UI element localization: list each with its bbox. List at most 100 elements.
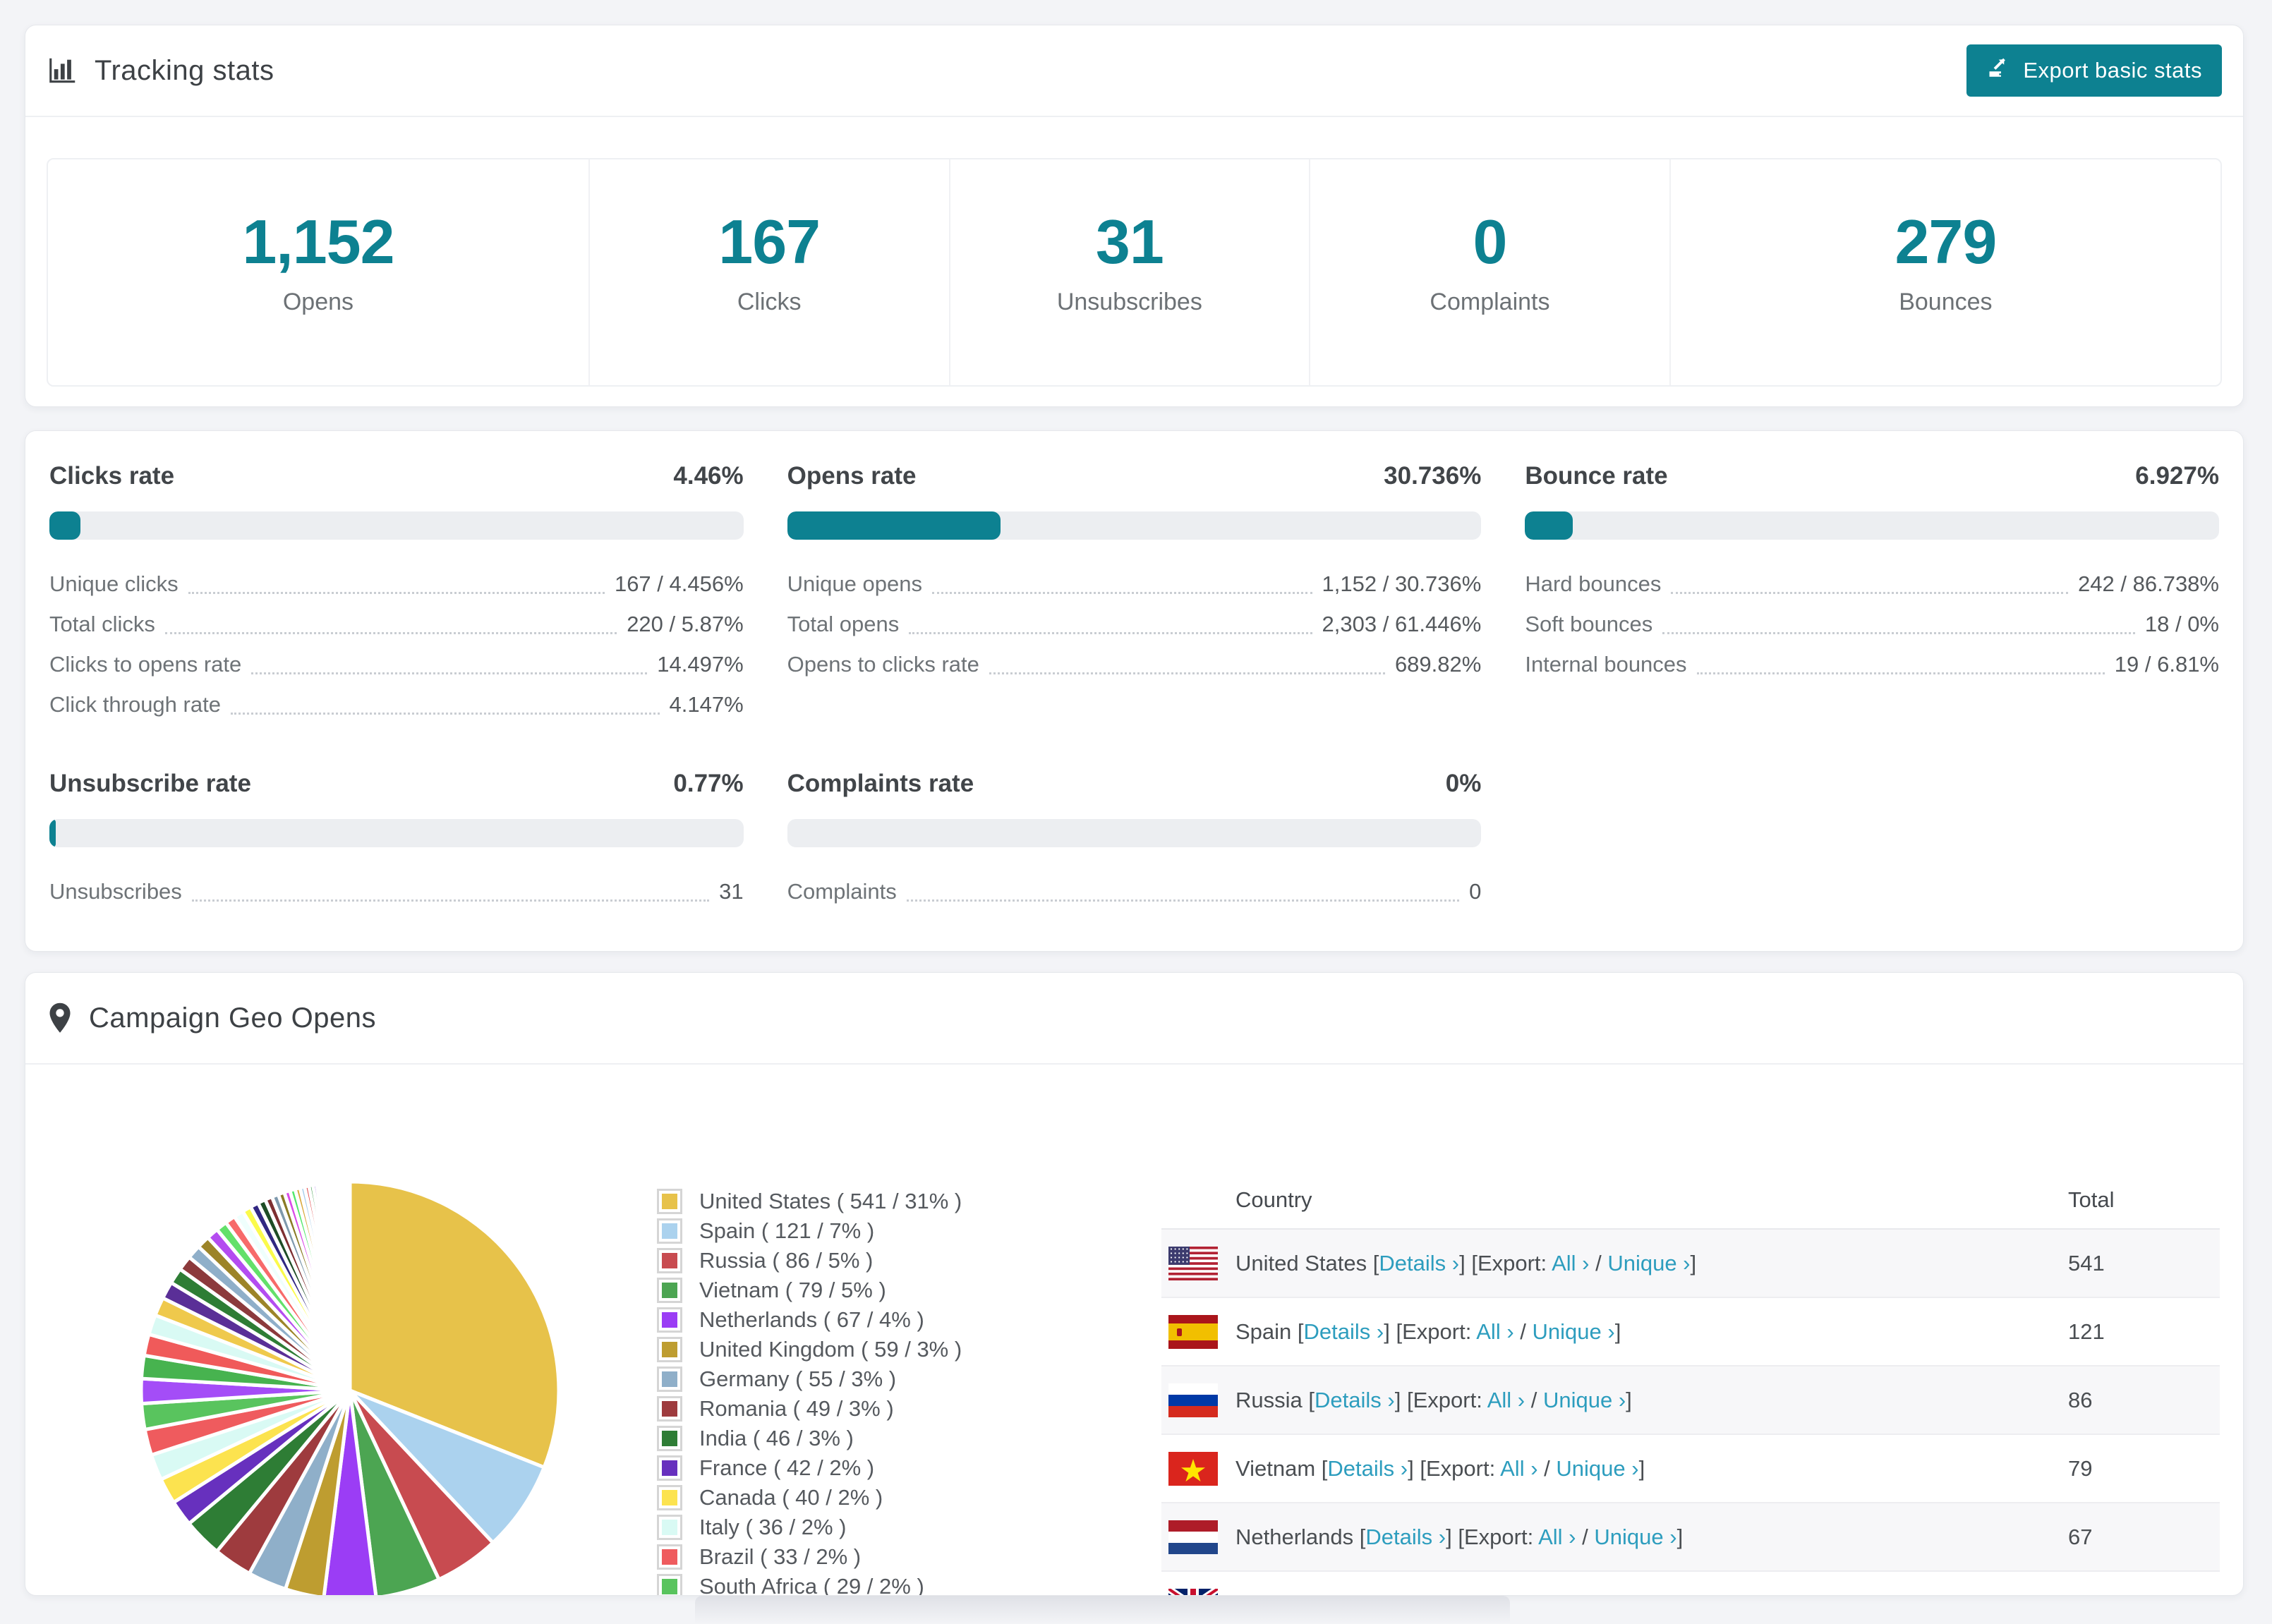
export-unique-link[interactable]: Unique › [1556,1456,1638,1481]
stat-label: Complaints [1430,288,1550,315]
stat-bounces: 279 Bounces [1669,159,2220,385]
legend-label: United Kingdom ( 59 / 3% ) [699,1337,962,1362]
total-cell: 541 [2068,1250,2105,1275]
rate-row-value: 31 [719,878,744,904]
geo-table-row: Vietnam [Details ›] [Export: All › / Uni… [1161,1435,2220,1503]
country-cell: Russia [Details ›] [Export: All › / Uniq… [1235,1387,1632,1412]
total-cell: 121 [2068,1319,2105,1344]
details-link[interactable]: Details › [1379,1251,1459,1275]
export-all-link[interactable]: All › [1500,1456,1537,1481]
export-unique-link[interactable]: Unique › [1533,1319,1615,1344]
rate-row-value: 19 / 6.81% [2114,651,2219,677]
export-prefix: Export: [1477,1250,1547,1275]
stat-label: Unsubscribes [1056,288,1202,315]
total-cell: 79 [2068,1455,2093,1481]
complaints-rate-block: Complaints rate 0% Complaints 0 [787,770,1482,911]
rate-title: Bounce rate [1525,462,1668,490]
legend-label: India ( 46 / 3% ) [699,1426,854,1450]
rate-detail-row: Clicks to opens rate 14.497% [49,644,744,684]
rate-row-label: Click through rate [49,691,221,717]
country-cell: Spain [Details ›] [Export: All › / Uniqu… [1235,1319,1621,1344]
export-all-link[interactable]: All › [1576,1593,1614,1596]
legend-swatch [657,1189,682,1214]
export-all-link[interactable]: All › [1487,1388,1525,1412]
legend-item: Russia ( 86 / 5% ) [657,1246,962,1275]
legend-swatch [657,1218,682,1244]
export-all-link[interactable]: All › [1538,1525,1576,1549]
rate-row-label: Opens to clicks rate [787,651,979,677]
dotted-leader [191,899,710,902]
rate-row-value: 18 / 0% [2144,611,2219,636]
flag-vn [1168,1451,1218,1486]
details-link[interactable]: Details › [1315,1388,1395,1412]
stat-value: 0 [1473,206,1507,277]
dotted-leader [909,632,1312,634]
country-column-header: Country [1235,1187,1312,1212]
legend-item: Canada ( 40 / 2% ) [657,1483,962,1513]
export-unique-link[interactable]: Unique › [1594,1525,1676,1549]
country-name: Russia [1235,1387,1303,1412]
rate-title: Opens rate [787,462,917,490]
rate-row-value: 1,152 / 30.736% [1322,571,1482,596]
country-cell: Netherlands [Details ›] [Export: All › /… [1235,1524,1684,1549]
rate-value: 0% [1445,770,1482,797]
total-cell: 86 [2068,1387,2093,1412]
rate-row-label: Unsubscribes [49,878,182,904]
geo-title-wrap: Campaign Geo Opens [47,1002,376,1034]
geo-table-row: Spain [Details ›] [Export: All › / Uniqu… [1161,1298,2220,1367]
country-cell: United States [Details ›] [Export: All ›… [1235,1250,1697,1275]
legend-label: South Africa ( 29 / 2% ) [699,1574,924,1596]
stat-unsubscribes: 31 Unsubscribes [948,159,1310,385]
dotted-leader [251,672,648,674]
geo-table-scroll[interactable]: Country Total United States [Details ›] … [1161,1172,2220,1596]
export-unique-link[interactable]: Unique › [1632,1593,1715,1596]
rate-progress-track [49,819,744,847]
legend-swatch [657,1426,682,1451]
tracking-stats-card: Tracking stats Export basic stats 1,152 O… [25,25,2244,407]
legend-label: Germany ( 55 / 3% ) [699,1367,897,1391]
details-link[interactable]: Details › [1327,1456,1408,1481]
legend-item: Vietnam ( 79 / 5% ) [657,1275,962,1305]
rate-progress-fill [1525,511,1573,540]
country-cell: Vietnam [Details ›] [Export: All › / Uni… [1235,1455,1645,1481]
clicks-rate-block: Clicks rate 4.46% Unique clicks 167 / 4.456… [49,462,744,725]
export-all-link[interactable]: All › [1552,1251,1589,1275]
pie-legend: United States ( 541 / 31% ) Spain ( 121 /… [657,1187,962,1596]
rate-value: 0.77% [673,770,744,797]
rate-row-label: Hard bounces [1525,571,1662,596]
rate-row-label: Total clicks [49,611,155,636]
legend-item: Germany ( 55 / 3% ) [657,1364,962,1394]
geo-header: Campaign Geo Opens [25,973,2243,1065]
legend-swatch [657,1396,682,1422]
export-unique-link[interactable]: Unique › [1543,1388,1626,1412]
rate-title: Unsubscribe rate [49,770,251,797]
rate-row-label: Unique clicks [49,571,179,596]
legend-swatch [657,1367,682,1392]
export-unique-link[interactable]: Unique › [1607,1251,1690,1275]
rate-detail-row: Soft bounces 18 / 0% [1525,604,2219,644]
rate-title: Complaints rate [787,770,974,797]
export-basic-stats-button[interactable]: Export basic stats [1966,44,2222,97]
rate-detail-row: Hard bounces 242 / 86.738% [1525,564,2219,604]
rate-row-value: 0 [1469,878,1482,904]
legend-label: Canada ( 40 / 2% ) [699,1485,883,1510]
details-link[interactable]: Details › [1304,1319,1384,1344]
tracking-stats-header: Tracking stats Export basic stats [25,25,2243,117]
map-pin-icon [47,1002,73,1034]
legend-label: Brazil ( 33 / 2% ) [699,1544,862,1569]
details-link[interactable]: Details › [1365,1525,1446,1549]
export-all-link[interactable]: All › [1476,1319,1513,1344]
stat-label: Clicks [737,288,802,315]
legend-item: Italy ( 36 / 2% ) [657,1513,962,1542]
export-icon [1986,55,2012,86]
rate-row-value: 4.147% [669,691,744,717]
rate-row-value: 220 / 5.87% [627,611,744,636]
rate-detail-row: Unique opens 1,152 / 30.736% [787,564,1482,604]
rate-detail-row: Total opens 2,303 / 61.446% [787,604,1482,644]
legend-swatch [657,1278,682,1303]
rate-row-value: 689.82% [1394,651,1482,677]
rate-row-value: 242 / 86.738% [2078,571,2219,596]
export-prefix: Export: [1463,1524,1534,1549]
legend-swatch [657,1515,682,1540]
geo-content: United States ( 541 / 31% ) Spain ( 121 /… [25,1065,2243,1595]
